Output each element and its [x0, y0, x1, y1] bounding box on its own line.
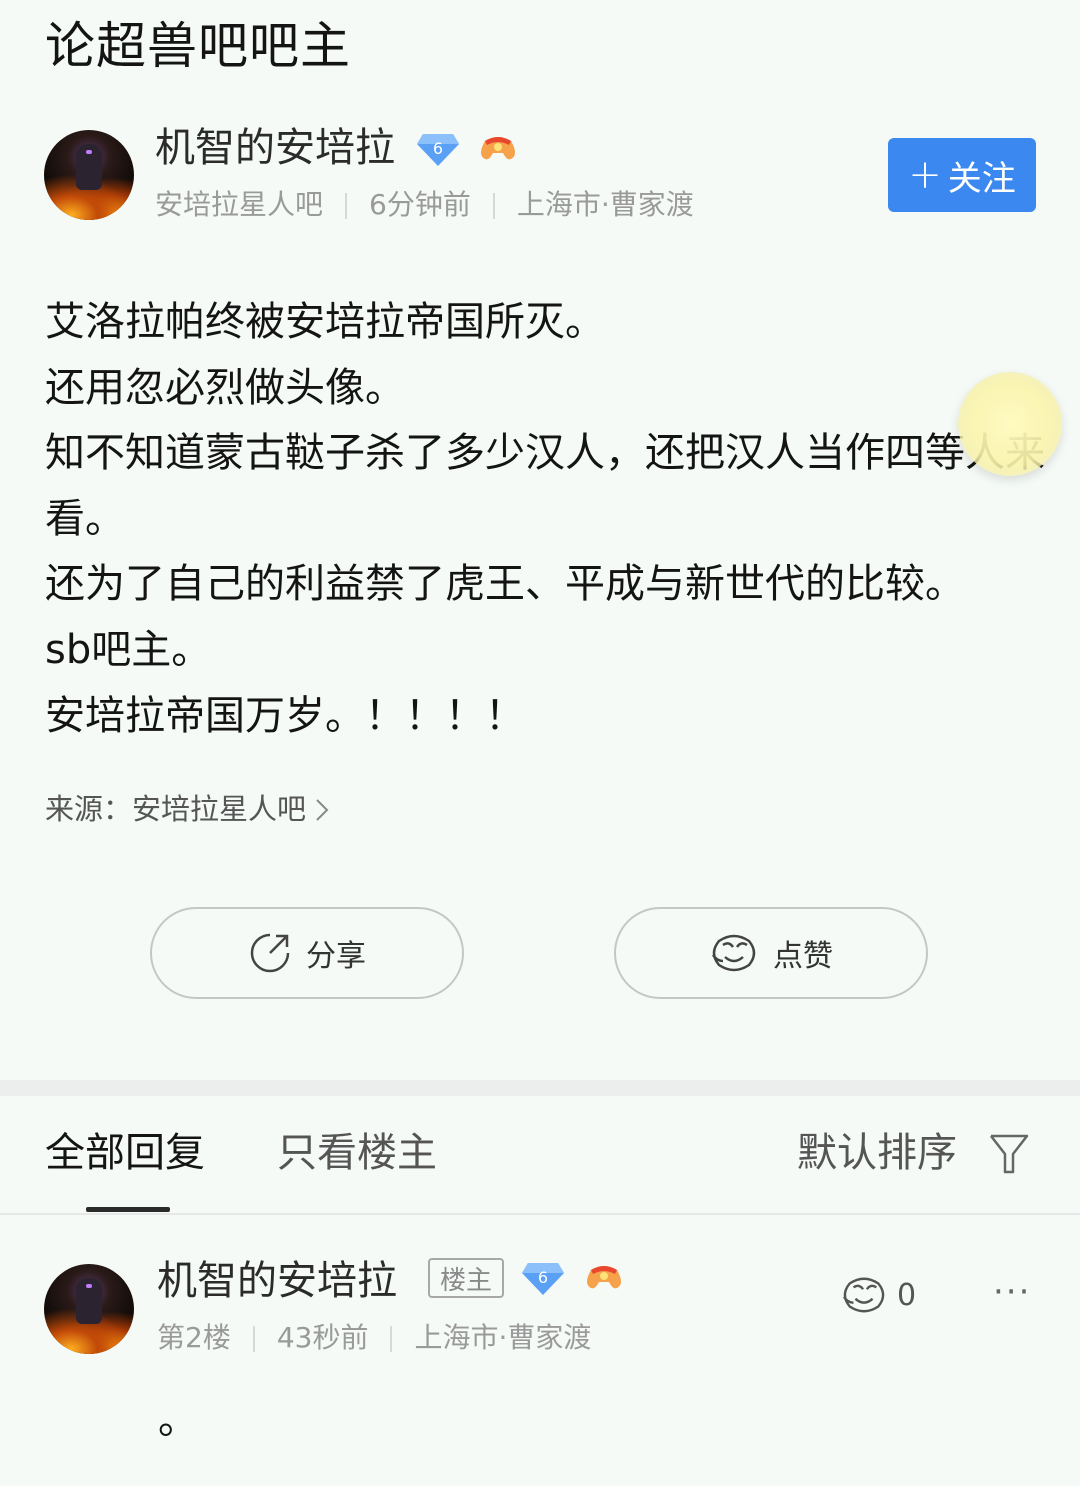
- reply-meta: 第2楼 43秒前 上海市·曹家渡: [157, 1320, 591, 1356]
- reply-time: 43秒前: [276, 1321, 369, 1354]
- share-icon: [250, 933, 290, 973]
- tab-op-only[interactable]: 只看楼主: [277, 1125, 437, 1181]
- reply-author-name[interactable]: 机智的安培拉: [157, 1257, 397, 1305]
- reply-level-number: 6: [538, 1268, 548, 1287]
- author-name[interactable]: 机智的安培拉: [155, 124, 395, 172]
- sort-dropdown[interactable]: 默认排序: [797, 1125, 957, 1181]
- content-line: 艾洛拉帕终被安培拉帝国所灭。: [45, 299, 605, 345]
- level-badge-icon: 6: [417, 134, 459, 166]
- reply-floor: 第2楼: [157, 1321, 231, 1354]
- source-label: 来源：: [45, 792, 133, 826]
- like-face-icon: [711, 934, 756, 972]
- touch-indicator: [958, 372, 1062, 476]
- share-button[interactable]: 分享: [150, 907, 464, 999]
- follow-label: 关注: [947, 158, 1016, 199]
- source-name: 安培拉星人吧: [132, 792, 307, 826]
- reply-like-icon[interactable]: [840, 1274, 888, 1316]
- content-line: sb吧主。: [45, 626, 212, 673]
- post-title: 论超兽吧吧主: [45, 17, 351, 75]
- content-line: 知不知道蒙古鞑子杀了多少汉人，还把汉人当作四等人来看。: [45, 430, 1045, 542]
- post-meta: 安培拉星人吧 6分钟前 上海市·曹家渡: [155, 187, 694, 223]
- game-controller-icon: [587, 1266, 621, 1289]
- more-options-icon[interactable]: ···: [993, 1275, 1031, 1309]
- level-number: 6: [433, 139, 443, 158]
- filter-icon[interactable]: [988, 1132, 1030, 1176]
- source-link[interactable]: 来源：安培拉星人吧: [45, 790, 330, 828]
- reply-content: 。: [158, 1397, 198, 1443]
- tabs-divider: [0, 1213, 1080, 1215]
- tab-all-replies[interactable]: 全部回复: [45, 1125, 205, 1181]
- reply-like-count: 0: [897, 1278, 917, 1313]
- content-line: 还用忽必烈做头像。: [45, 364, 405, 411]
- game-controller-icon: [481, 137, 515, 160]
- tab-active-indicator: [86, 1207, 170, 1212]
- follow-button[interactable]: + 关注: [888, 138, 1036, 212]
- plus-icon: +: [908, 152, 942, 198]
- level-badge-icon: 6: [522, 1263, 564, 1295]
- section-divider: [0, 1080, 1080, 1096]
- chevron-right-icon: [314, 790, 330, 828]
- share-label: 分享: [306, 939, 366, 974]
- author-avatar[interactable]: [44, 130, 134, 220]
- op-tag: 楼主: [428, 1258, 504, 1298]
- forum-name[interactable]: 安培拉星人吧: [155, 188, 323, 221]
- post-time: 6分钟前: [369, 188, 471, 221]
- post-location: 上海市·曹家渡: [516, 188, 694, 221]
- post-content: 艾洛拉帕终被安培拉帝国所灭。 还用忽必烈做头像。 知不知道蒙古鞑子杀了多少汉人，…: [45, 290, 1045, 749]
- content-line: 安培拉帝国万岁。！！！！: [45, 692, 525, 739]
- reply-location: 上海市·曹家渡: [414, 1321, 592, 1354]
- like-label: 点赞: [773, 939, 833, 974]
- like-button[interactable]: 点赞: [614, 907, 928, 999]
- content-line: 还为了自己的利益禁了虎王、平成与新世代的比较。: [45, 561, 965, 608]
- reply-author-avatar[interactable]: [44, 1264, 134, 1354]
